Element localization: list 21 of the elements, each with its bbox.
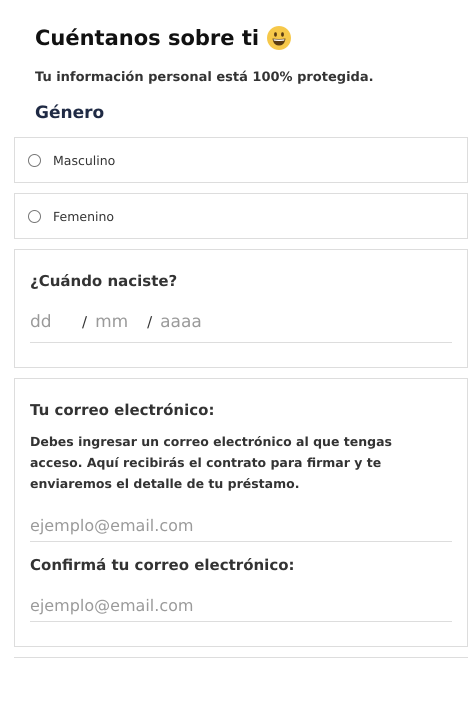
radio-button[interactable] <box>28 154 41 166</box>
confirm-email-input[interactable]: ejemplo@email.com <box>30 574 452 622</box>
privacy-note: Tu información personal está 100% protegida. <box>35 70 375 85</box>
gender-option[interactable]: Masculino <box>14 137 468 183</box>
email-input[interactable]: ejemplo@email.com <box>30 494 452 542</box>
gender-option[interactable]: Femenino <box>14 193 468 239</box>
date-input[interactable]: dd <box>30 312 82 332</box>
smiley-icon <box>267 26 292 50</box>
email-help-text: Debes ingresar un correo electrónico al que tengas acceso. Aquí recibirás el contrato para firmar y te enviaremos el detalle de tu préstamo. <box>30 433 393 493</box>
confirm-email-label: Confirmá tu correo electrónico: <box>30 556 296 574</box>
date-separator: / <box>82 313 88 331</box>
option-label: Masculino <box>53 152 116 168</box>
page-title: Cuéntanos sobre ti <box>35 26 260 50</box>
email-label: Tu correo electrónico: <box>30 401 216 419</box>
date-input[interactable]: mm <box>95 312 148 332</box>
birth-date-label: ¿Cuándo naciste? <box>30 272 178 290</box>
option-label: Femenino <box>53 208 114 224</box>
date-input[interactable]: aaaa <box>160 312 230 332</box>
date-separator: / <box>147 313 152 331</box>
gender-heading: Género <box>35 103 106 123</box>
radio-button[interactable] <box>28 210 41 222</box>
